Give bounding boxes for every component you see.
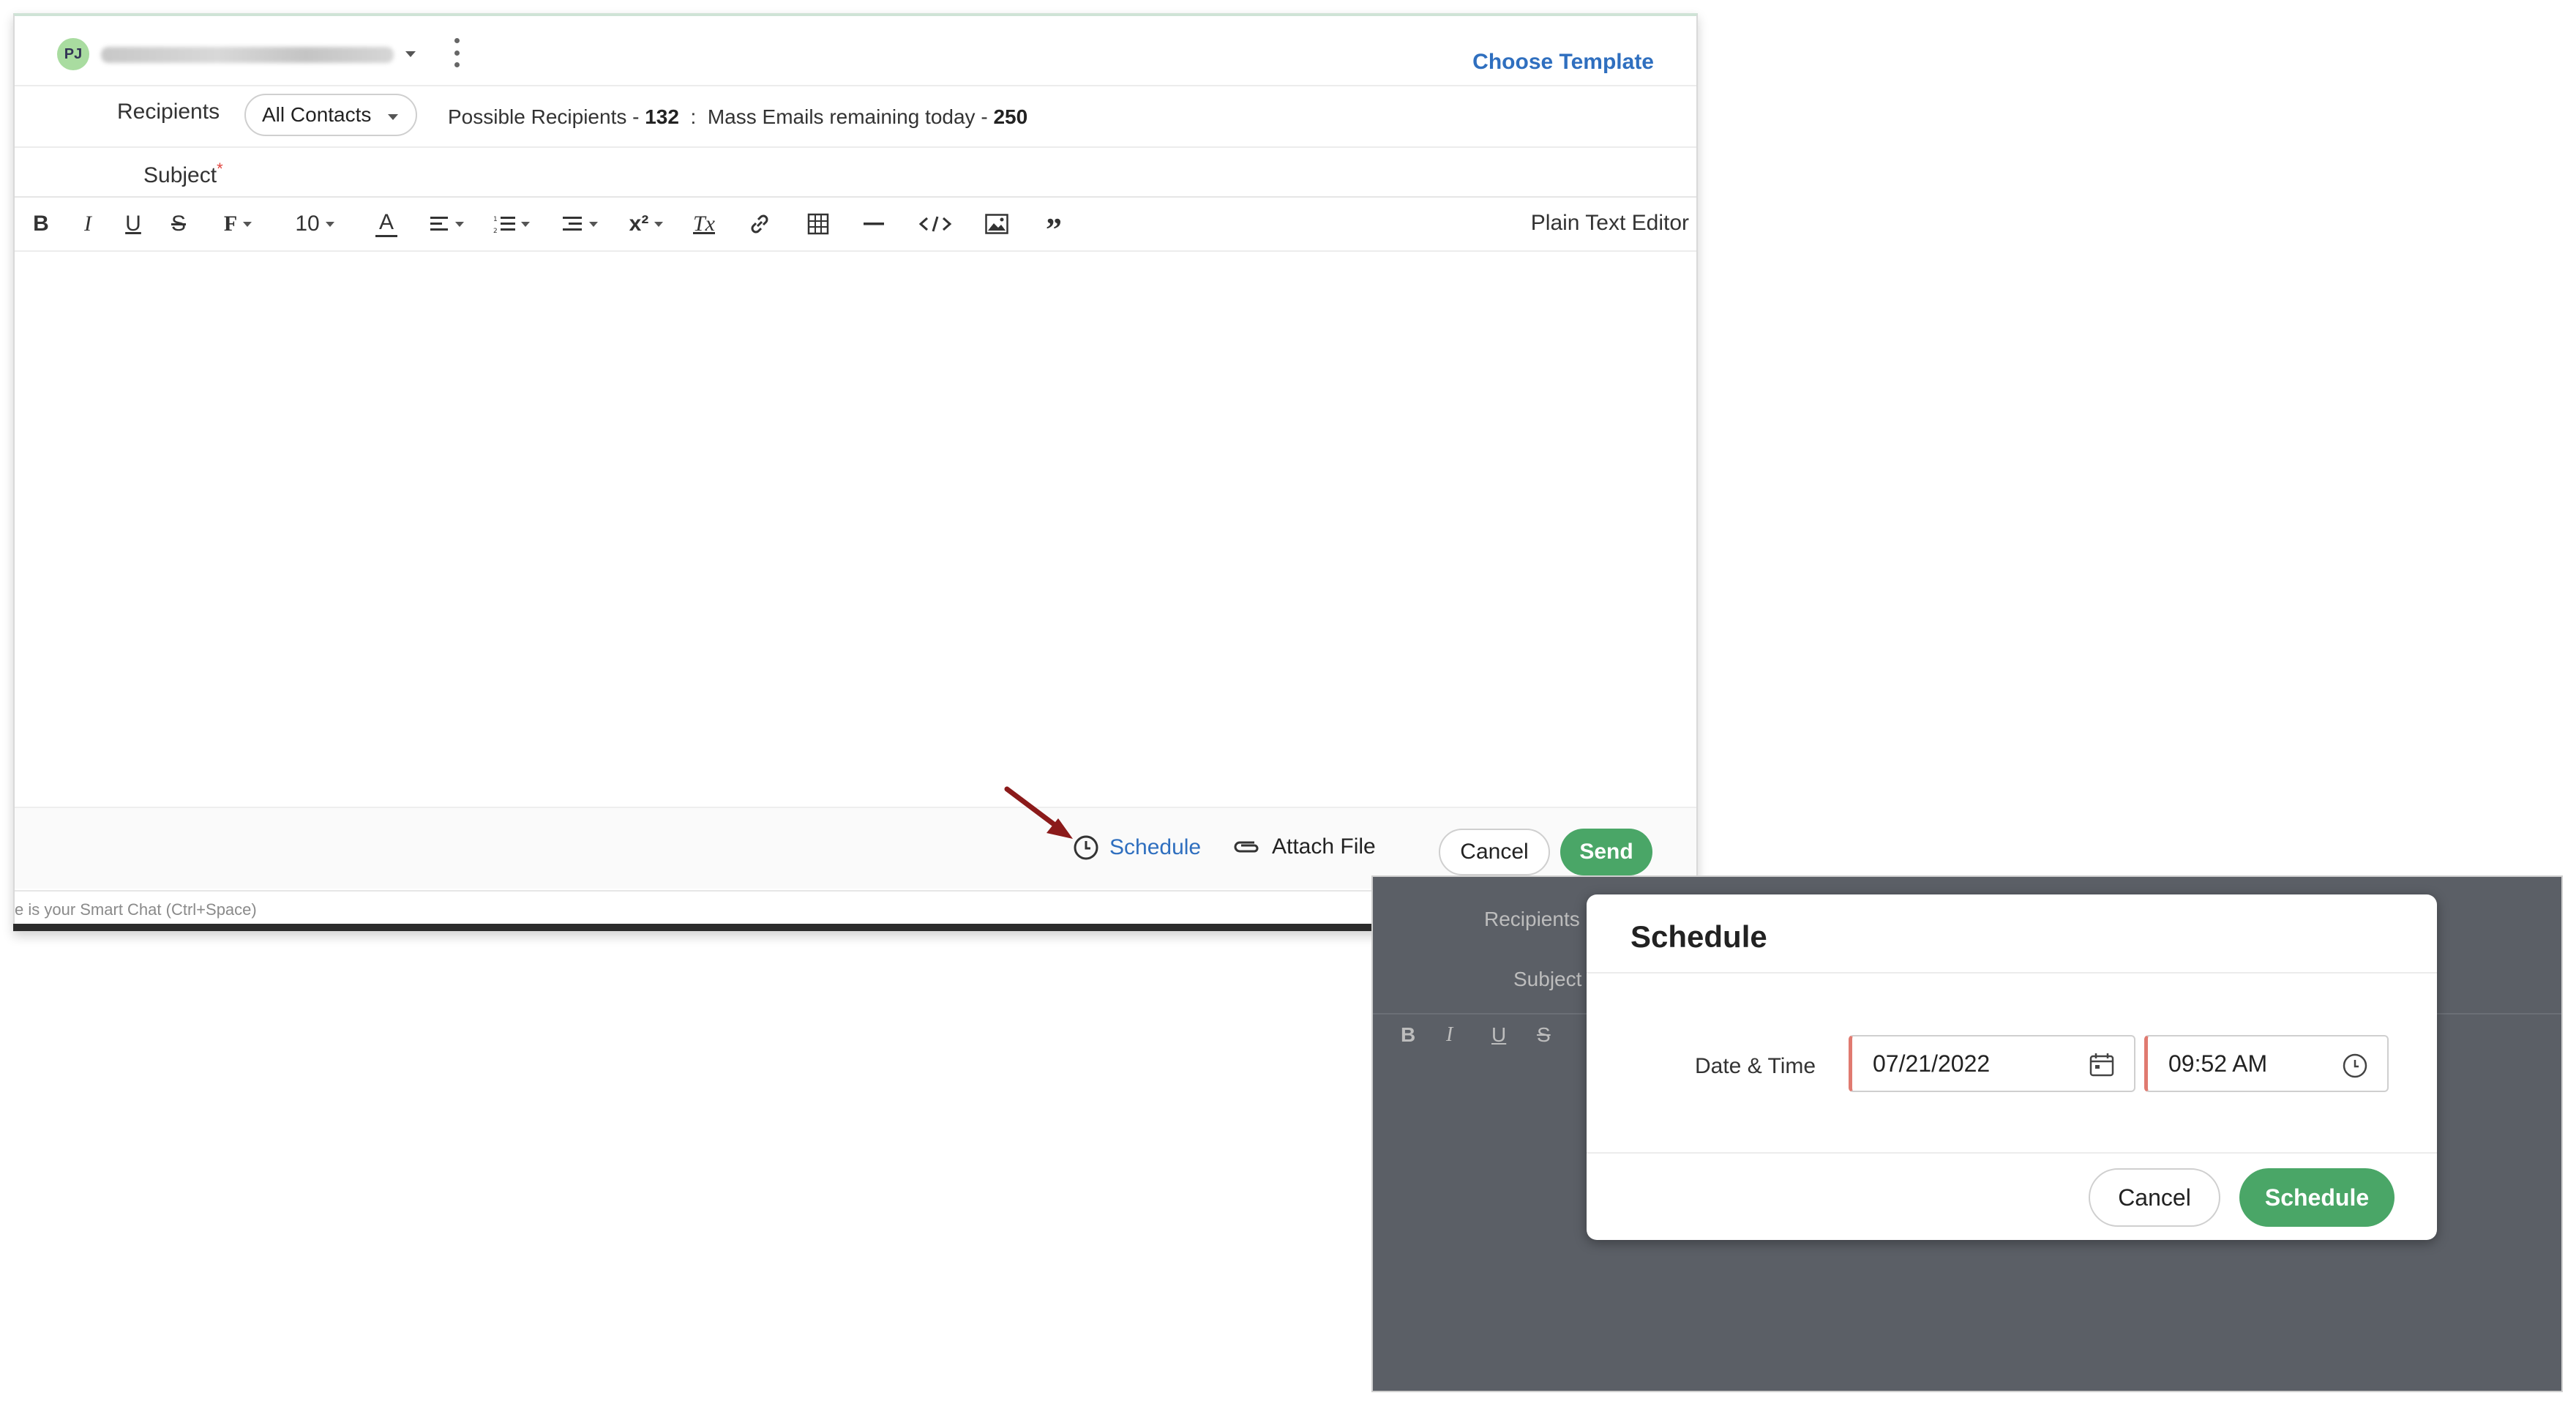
- color-underline: [375, 234, 397, 237]
- annotation-arrow-icon: [1004, 786, 1073, 839]
- clear-format-icon: Tx: [693, 212, 715, 236]
- ghost-underline: U: [1491, 1023, 1507, 1046]
- dialog-cancel-button[interactable]: Cancel: [2089, 1168, 2220, 1227]
- font-color-button[interactable]: A: [372, 206, 401, 242]
- svg-text:2: 2: [493, 228, 498, 234]
- mass-emails-count: 250: [993, 105, 1028, 128]
- underline-button[interactable]: U: [120, 206, 146, 242]
- date-value: 07/21/2022: [1873, 1050, 1991, 1077]
- subject-label-text: Subject: [143, 163, 217, 187]
- recipient-stats: Possible Recipients - 132 : Mass Emails …: [448, 105, 1027, 129]
- clock-icon[interactable]: [2342, 1053, 2368, 1079]
- recipients-dropdown[interactable]: All Contacts: [244, 94, 417, 136]
- horizontal-line-button[interactable]: [859, 206, 888, 242]
- ghost-bold: B: [1401, 1023, 1416, 1046]
- quote-icon: ”: [1046, 212, 1062, 247]
- italic-button[interactable]: I: [75, 206, 101, 242]
- more-options-icon[interactable]: [452, 38, 461, 67]
- email-composer: PJ Choose Template Recipients All Contac…: [13, 13, 1698, 932]
- editor-body[interactable]: [15, 250, 1696, 805]
- divider: [15, 85, 1696, 86]
- plain-text-editor-toggle[interactable]: Plain Text Editor: [1531, 211, 1689, 236]
- avatar[interactable]: PJ: [57, 38, 89, 70]
- dialog-divider: [1587, 972, 2437, 974]
- chevron-down-icon: [388, 114, 398, 120]
- ghost-italic: I: [1446, 1023, 1453, 1046]
- dialog-title: Schedule: [1630, 919, 1767, 954]
- horizontal-rule-icon: [864, 223, 884, 225]
- insert-image-button[interactable]: [982, 206, 1011, 242]
- ghost-subject-label: Subject: [1513, 968, 1582, 990]
- svg-text:1: 1: [493, 216, 498, 223]
- attach-file-button[interactable]: Attach File: [1232, 834, 1376, 859]
- schedule-label: Schedule: [1109, 835, 1202, 859]
- send-button[interactable]: Send: [1560, 829, 1652, 875]
- chevron-down-icon: [243, 221, 252, 227]
- cancel-button[interactable]: Cancel: [1439, 829, 1550, 875]
- superscript-icon: x²: [629, 212, 649, 236]
- window-bottom-edge: [13, 924, 1374, 931]
- superscript-dropdown[interactable]: x²: [622, 206, 670, 242]
- indent-icon: [563, 217, 582, 231]
- dialog-schedule-button[interactable]: Schedule: [2239, 1168, 2395, 1227]
- chevron-down-icon: [455, 221, 464, 227]
- chevron-down-icon: [325, 221, 334, 227]
- possible-recipients-label: Possible Recipients: [448, 105, 627, 128]
- possible-recipients-count: 132: [645, 105, 679, 128]
- dash: -: [981, 105, 994, 128]
- from-address-blurred[interactable]: [101, 47, 394, 63]
- chevron-down-icon: [589, 221, 598, 227]
- paperclip-icon: [1234, 841, 1259, 853]
- font-icon: F: [223, 212, 238, 236]
- attach-file-label: Attach File: [1272, 834, 1376, 859]
- recipients-label: Recipients: [117, 100, 220, 124]
- insert-table-button[interactable]: [804, 206, 833, 242]
- date-time-label: Date & Time: [1695, 1054, 1816, 1078]
- subject-label: Subject*: [143, 160, 223, 188]
- ghost-recipients-label: Recipients: [1484, 908, 1580, 930]
- dash: -: [632, 105, 645, 128]
- align-left-icon: [430, 217, 448, 231]
- recipients-dropdown-value: All Contacts: [262, 103, 372, 126]
- schedule-dialog: Schedule Date & Time 07/21/2022 09:52 AM…: [1587, 894, 2437, 1240]
- blockquote-button[interactable]: ”: [1039, 206, 1068, 247]
- font-size-dropdown[interactable]: 10: [285, 206, 344, 242]
- align-dropdown[interactable]: [424, 206, 470, 242]
- schedule-link[interactable]: Schedule: [1073, 834, 1201, 861]
- table-icon: [807, 213, 829, 235]
- mass-emails-label: Mass Emails remaining today: [707, 105, 976, 128]
- code-button[interactable]: [915, 206, 956, 242]
- required-mark: *: [217, 160, 223, 178]
- font-color-icon: A: [378, 209, 394, 234]
- font-family-button[interactable]: F: [212, 206, 263, 242]
- editor-toolbar: B I U S F 10 A 12 x² Tx ”: [15, 196, 1696, 252]
- time-input[interactable]: 09:52 AM: [2144, 1035, 2389, 1092]
- from-chevron-down-icon[interactable]: [405, 51, 416, 57]
- code-icon: [918, 216, 952, 232]
- ghost-strikethrough: S: [1537, 1023, 1551, 1046]
- insert-link-button[interactable]: [745, 206, 774, 242]
- calendar-icon[interactable]: [2089, 1053, 2115, 1077]
- list-dropdown[interactable]: 12: [486, 206, 537, 242]
- font-size-value: 10: [295, 212, 320, 236]
- clear-format-button[interactable]: Tx: [689, 206, 719, 242]
- numbered-list-icon: 12: [493, 216, 515, 234]
- bold-button[interactable]: B: [28, 206, 54, 242]
- indent-dropdown[interactable]: [556, 206, 604, 242]
- strikethrough-button[interactable]: S: [165, 206, 192, 242]
- choose-template-link[interactable]: Choose Template: [1472, 50, 1654, 75]
- chevron-down-icon: [654, 221, 664, 227]
- date-input[interactable]: 07/21/2022: [1849, 1035, 2135, 1092]
- chevron-down-icon: [521, 221, 530, 227]
- dialog-divider: [1587, 1152, 2437, 1154]
- divider: [15, 146, 1696, 148]
- image-icon: [985, 214, 1008, 234]
- separator: :: [684, 105, 708, 128]
- link-icon: [751, 214, 768, 234]
- time-value: 09:52 AM: [2168, 1050, 2268, 1077]
